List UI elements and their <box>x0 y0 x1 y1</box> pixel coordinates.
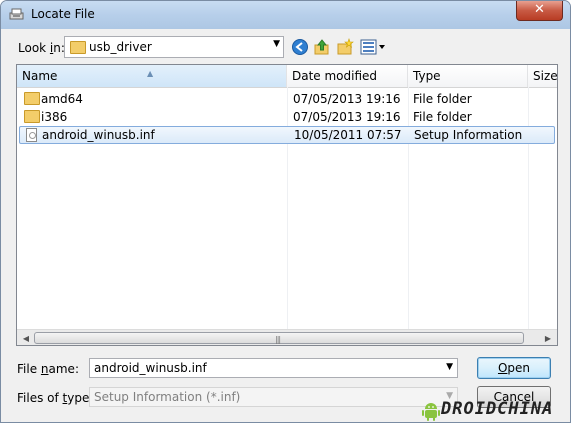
chevron-down-icon[interactable]: ▼ <box>446 362 453 372</box>
file-name-value: android_winusb.inf <box>94 361 207 375</box>
folder-icon <box>70 41 86 54</box>
file-date: 07/05/2013 19:16 <box>293 110 401 124</box>
new-folder-icon[interactable] <box>336 38 354 56</box>
open-button[interactable]: Open <box>477 357 551 379</box>
file-name-input[interactable]: android_winusb.inf ▼ <box>89 358 458 378</box>
folder-icon <box>24 92 40 105</box>
window-app-icon <box>9 8 24 20</box>
look-in-label: Look in: <box>18 41 65 55</box>
android-logo-icon <box>422 403 440 421</box>
file-row-i386[interactable]: i386 07/05/2013 19:16 File folder <box>19 108 555 126</box>
file-name: android_winusb.inf <box>42 128 155 142</box>
file-date: 10/05/2011 07:57 <box>294 128 402 142</box>
setup-file-icon <box>26 128 37 142</box>
file-row-android-winusb-inf[interactable]: android_winusb.inf 10/05/2011 07:57 Setu… <box>19 126 555 144</box>
file-type: File folder <box>413 92 472 106</box>
list-header: Name ▲ Date modified Type Size <box>17 65 557 88</box>
title-bar[interactable]: Locate File ✕ <box>1 1 570 29</box>
up-folder-icon[interactable] <box>313 38 331 56</box>
file-date: 07/05/2013 19:16 <box>293 92 401 106</box>
watermark-text: DROIDCHINA <box>441 399 554 419</box>
file-type: Setup Information <box>414 128 523 142</box>
close-icon: ✕ <box>534 2 545 17</box>
file-type-value: Setup Information (*.inf) <box>94 390 241 404</box>
back-icon[interactable] <box>291 38 309 56</box>
window-title: Locate File <box>31 7 95 21</box>
sort-ascending-icon: ▲ <box>147 69 154 78</box>
view-menu-icon[interactable] <box>360 38 386 56</box>
file-name-label: File name: <box>17 362 79 376</box>
column-header-name[interactable]: Name ▲ <box>17 65 287 87</box>
scrollbar-thumb[interactable]: ||| <box>34 332 524 344</box>
file-list[interactable]: Name ▲ Date modified Type Size amd64 07/… <box>16 64 558 346</box>
column-header-size[interactable]: Size <box>528 65 557 87</box>
close-button[interactable]: ✕ <box>516 1 563 21</box>
chevron-down-icon[interactable]: ▼ <box>273 39 280 49</box>
file-type: File folder <box>413 110 472 124</box>
grip-icon: ||| <box>275 335 281 344</box>
column-header-type[interactable]: Type <box>408 65 528 87</box>
scroll-left-icon[interactable]: ◀ <box>19 332 33 345</box>
scroll-right-icon[interactable]: ▶ <box>541 332 555 345</box>
look-in-value: usb_driver <box>89 40 152 54</box>
watermark: DROIDCHINA <box>419 399 570 422</box>
look-in-dropdown[interactable]: usb_driver ▼ <box>64 36 284 58</box>
horizontal-scrollbar[interactable]: ◀ ||| ▶ <box>17 329 557 345</box>
column-header-date-modified[interactable]: Date modified <box>287 65 408 87</box>
file-row-amd64[interactable]: amd64 07/05/2013 19:16 File folder <box>19 90 555 108</box>
folder-icon <box>24 110 40 123</box>
file-type-label: Files of type: <box>17 391 94 405</box>
file-name: amd64 <box>41 92 83 106</box>
file-type-dropdown[interactable]: Setup Information (*.inf) ▼ <box>89 387 458 407</box>
file-name: i386 <box>41 110 68 124</box>
locate-file-dialog: Locate File ✕ Look in: usb_driver ▼ Name… <box>0 0 571 423</box>
